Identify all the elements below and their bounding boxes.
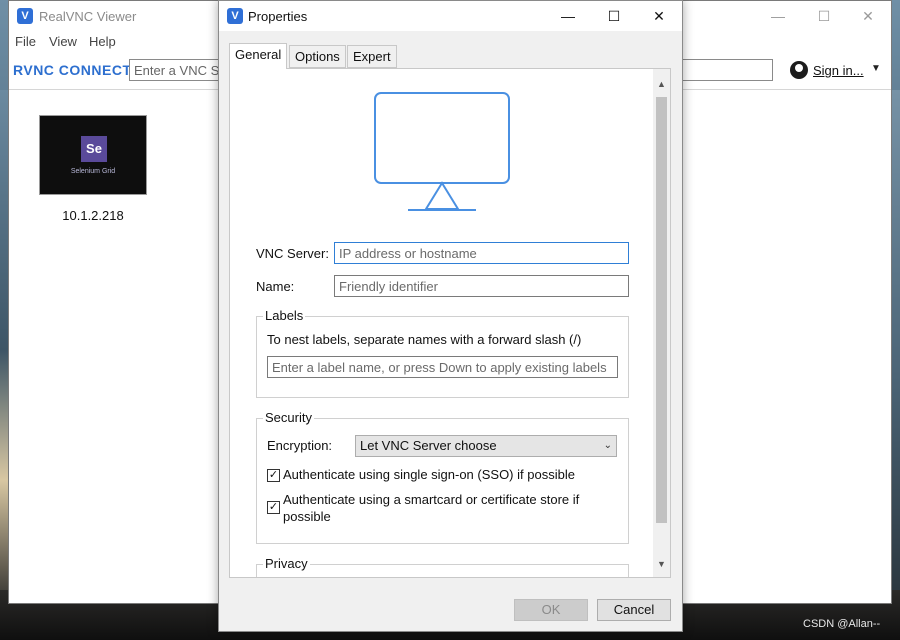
smartcard-label-line2: possible <box>283 509 331 524</box>
monitor-icon <box>374 92 510 211</box>
name-label: Name: <box>256 279 295 294</box>
menu-help[interactable]: Help <box>89 34 116 49</box>
computer-thumbnail[interactable]: Se Selenium Grid <box>39 115 147 195</box>
smartcard-label-line1: Authenticate using a smartcard or certif… <box>283 492 580 507</box>
chevron-down-icon[interactable]: ▼ <box>871 63 881 74</box>
vertical-scrollbar[interactable]: ▲ ▼ <box>653 69 670 577</box>
smartcard-checkbox[interactable]: ✓ <box>267 501 280 514</box>
scroll-up-icon[interactable]: ▲ <box>653 79 670 89</box>
cancel-button[interactable]: Cancel <box>597 599 671 621</box>
menu-file[interactable]: File <box>15 34 36 49</box>
encryption-select[interactable]: Let VNC Server choose ⌄ <box>355 435 617 457</box>
scroll-down-icon[interactable]: ▼ <box>653 559 670 569</box>
watermark: CSDN @Allan-- <box>803 618 881 630</box>
thumbnail-caption: Selenium Grid <box>70 168 116 175</box>
labels-hint: To nest labels, separate names with a fo… <box>267 332 582 347</box>
realvnc-app-icon: V <box>17 8 33 24</box>
encryption-label: Encryption: <box>267 438 333 453</box>
vnc-server-label: VNC Server: <box>256 246 329 261</box>
close-icon[interactable]: ✕ <box>845 1 891 31</box>
menu-view[interactable]: View <box>49 34 77 49</box>
dialog-title-bar: V Properties — ☐ ✕ <box>219 1 682 31</box>
selenium-logo-icon: Se <box>81 136 107 162</box>
realvnc-app-icon: V <box>227 8 243 24</box>
tab-expert[interactable]: Expert <box>347 45 397 68</box>
realvnc-connect-logo: RVNC CONNECT <box>13 62 132 78</box>
security-heading: Security <box>263 410 314 425</box>
sso-label: Authenticate using single sign-on (SSO) … <box>283 467 575 482</box>
encryption-value: Let VNC Server choose <box>360 438 497 453</box>
labels-group: Labels To nest labels, separate names wi… <box>256 308 629 398</box>
sso-checkbox[interactable]: ✓ <box>267 469 280 482</box>
user-icon[interactable] <box>790 61 808 79</box>
security-group: Security Encryption: Let VNC Server choo… <box>256 410 629 544</box>
chevron-down-icon: ⌄ <box>603 440 612 451</box>
name-field[interactable] <box>334 275 629 297</box>
maximize-icon[interactable]: ☐ <box>591 1 637 31</box>
desktop-background-left <box>0 90 8 610</box>
labels-heading: Labels <box>263 308 306 323</box>
minimize-icon[interactable]: — <box>545 1 591 31</box>
tab-options[interactable]: Options <box>289 45 346 68</box>
desktop-background-right <box>892 90 900 610</box>
scroll-thumb[interactable] <box>656 97 667 523</box>
general-tab-panel: VNC Server: Name: Labels To nest labels,… <box>229 68 671 578</box>
dialog-title: Properties <box>248 9 308 24</box>
properties-dialog: V Properties — ☐ ✕ General Options Exper… <box>218 0 683 632</box>
privacy-heading: Privacy <box>263 556 310 571</box>
minimize-icon[interactable]: — <box>755 1 801 31</box>
ok-button[interactable]: OK <box>514 599 588 621</box>
privacy-group: Privacy <box>256 556 629 577</box>
tab-general[interactable]: General <box>229 43 288 69</box>
main-window-title: RealVNC Viewer <box>39 9 137 24</box>
maximize-icon[interactable]: ☐ <box>801 1 847 31</box>
computer-label[interactable]: 10.1.2.218 <box>39 208 147 223</box>
close-icon[interactable]: ✕ <box>636 1 682 31</box>
label-input[interactable] <box>267 356 618 378</box>
vnc-server-input[interactable] <box>334 242 629 264</box>
sign-in-link[interactable]: Sign in... <box>813 63 864 78</box>
